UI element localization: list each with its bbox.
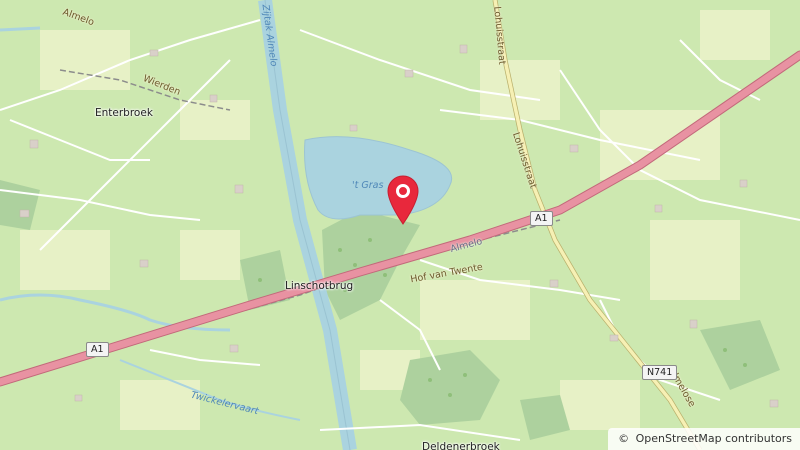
a1-shield-left: A1 <box>86 342 109 357</box>
attribution-bar: © OpenStreetMap contributors <box>608 428 800 450</box>
stream-top <box>0 26 41 32</box>
water-label-lake: 't Gras <box>352 180 384 191</box>
a1-shield-right: A1 <box>530 211 553 226</box>
lake-shape <box>304 136 452 220</box>
copyright-symbol: © <box>618 432 630 445</box>
attribution-link[interactable]: OpenStreetMap contributors <box>636 432 792 445</box>
map-pin-icon[interactable] <box>386 173 420 225</box>
n741-shield: N741 <box>642 365 678 380</box>
place-label-deldenerbroek: Deldenerbroek <box>422 441 500 450</box>
map-canvas[interactable]: Almelo Wierden Enterbroek Zijtak Almelo … <box>0 0 800 450</box>
place-label-enterbroek: Enterbroek <box>95 107 153 119</box>
place-label-linschotbrug: Linschotbrug <box>285 280 354 292</box>
